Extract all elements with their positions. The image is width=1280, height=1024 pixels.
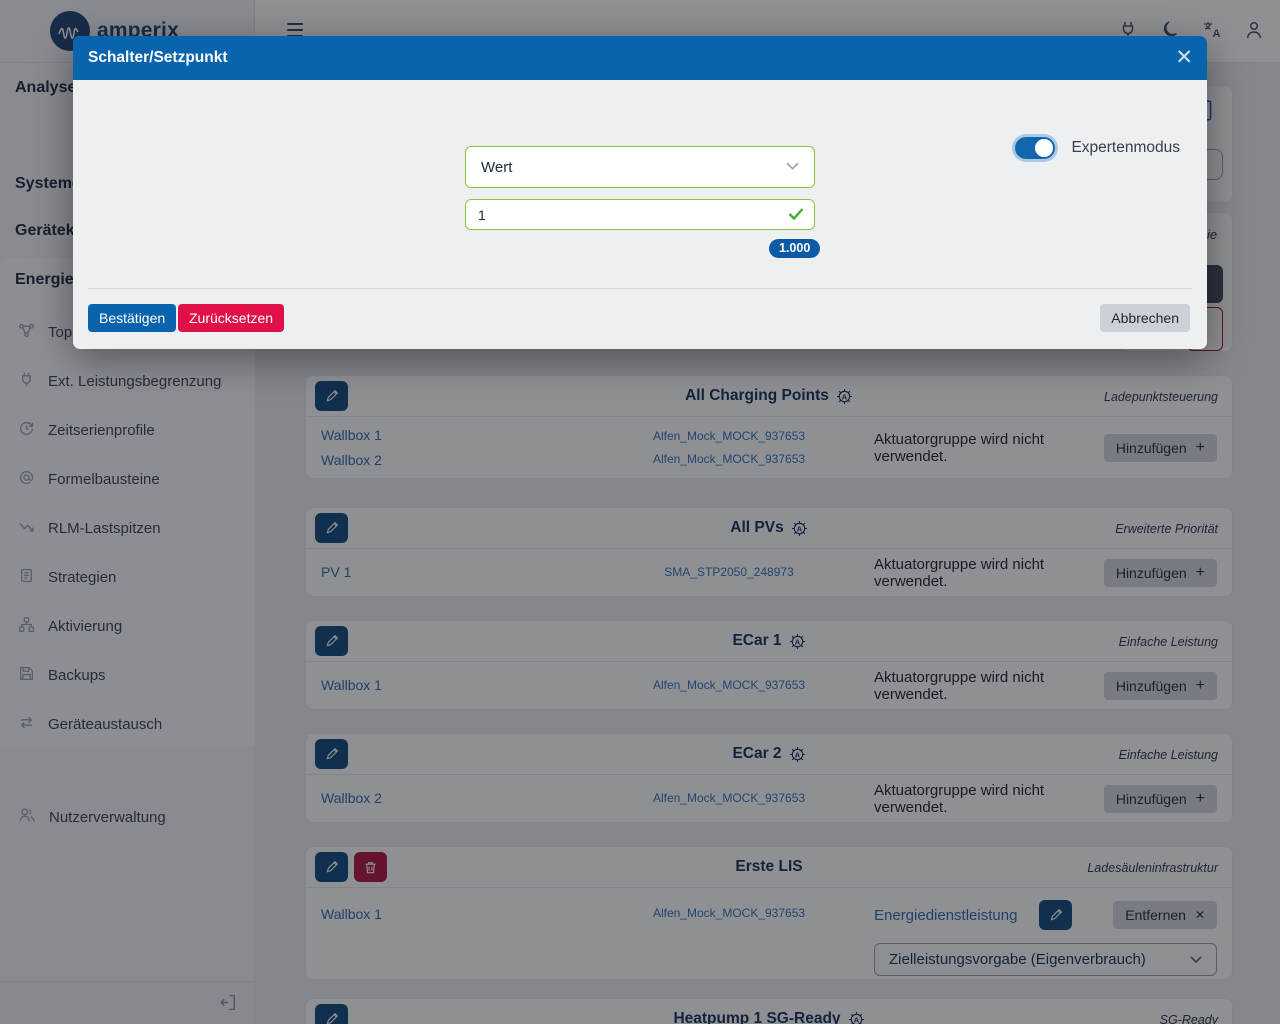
- chevron-down-icon: [786, 158, 799, 176]
- value-input[interactable]: 1: [465, 199, 815, 230]
- reset-button[interactable]: Zurücksetzen: [178, 304, 284, 332]
- modal-title: Schalter/Setzpunkt: [88, 49, 228, 67]
- schalter-setzpunkt-modal: Schalter/Setzpunkt ✕ Expertenmodus Wert …: [73, 36, 1207, 349]
- value-badge: 1.000: [769, 239, 820, 258]
- modal-close-icon[interactable]: ✕: [1175, 45, 1193, 71]
- modal-header: Schalter/Setzpunkt: [73, 36, 1207, 80]
- cancel-button[interactable]: Abbrechen: [1100, 304, 1190, 332]
- value-type-select[interactable]: Wert: [465, 146, 815, 188]
- toggle-knob: [1035, 139, 1053, 157]
- expert-mode-toggle[interactable]: [1015, 137, 1055, 159]
- confirm-button[interactable]: Bestätigen: [88, 304, 176, 332]
- valid-check-icon: [788, 207, 804, 221]
- modal-divider: [88, 288, 1192, 289]
- expert-mode-label: Expertenmodus: [1071, 139, 1180, 157]
